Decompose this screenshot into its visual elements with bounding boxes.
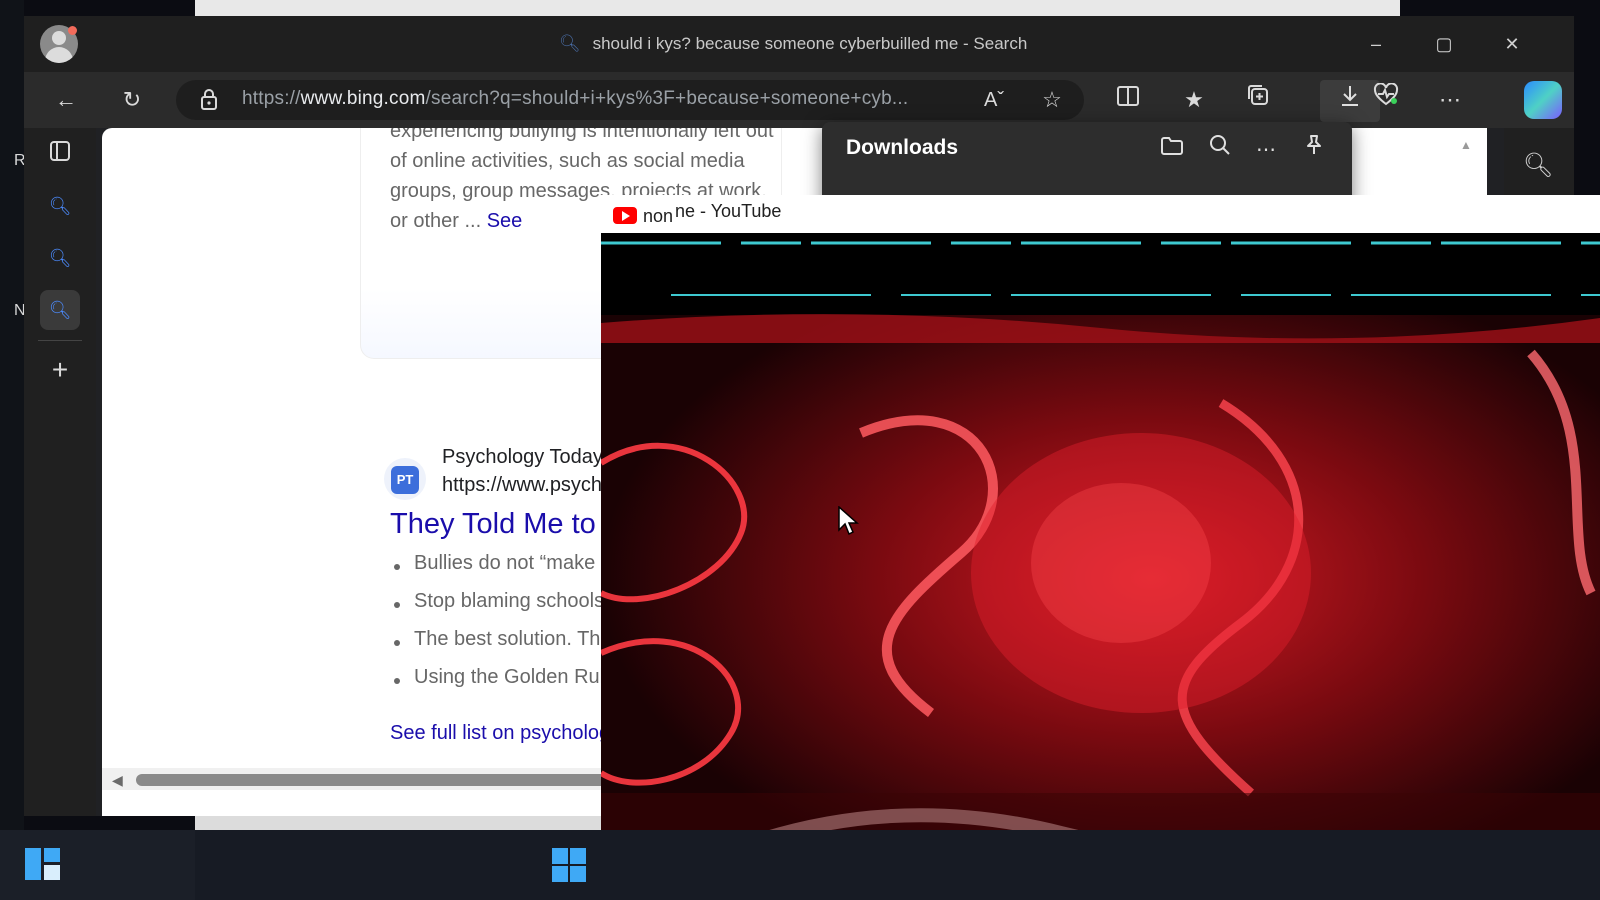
downloads-icon[interactable] bbox=[1330, 81, 1370, 121]
background-window bbox=[195, 0, 1400, 16]
title-bar: 🔍︎ should i kys? because someone cyberbui… bbox=[24, 16, 1574, 72]
psychology-today-logo: PT bbox=[391, 466, 419, 494]
result-site-name[interactable]: Psychology Today bbox=[442, 446, 603, 469]
scroll-up-arrow-icon[interactable]: ▲ bbox=[1460, 138, 1472, 152]
taskbar bbox=[0, 830, 1600, 900]
url-domain: www.bing.com bbox=[300, 88, 426, 109]
scrollbar-thumb[interactable] bbox=[136, 774, 626, 786]
notification-dot bbox=[68, 26, 77, 35]
collections-icon[interactable] bbox=[1238, 80, 1278, 120]
bullet-dot bbox=[394, 602, 400, 608]
result-title-link[interactable]: They Told Me to K bbox=[390, 508, 623, 541]
tab-search-icon-2[interactable]: 🔍︎ bbox=[40, 238, 80, 278]
lock-icon[interactable] bbox=[198, 88, 220, 112]
bullet-dot bbox=[394, 564, 400, 570]
browser-essentials-icon[interactable] bbox=[1366, 80, 1406, 120]
url-scheme: https:// bbox=[242, 88, 301, 109]
minimize-button[interactable]: – bbox=[1362, 30, 1390, 58]
scroll-left-arrow-icon[interactable]: ◀ bbox=[112, 772, 123, 789]
youtube-logo-icon bbox=[613, 207, 637, 224]
open-folder-icon[interactable] bbox=[1154, 132, 1190, 168]
address-bar[interactable]: https://www.bing.com/search?q=should+i+k… bbox=[176, 80, 1084, 120]
video-frame[interactable] bbox=[601, 233, 1600, 900]
result-bullet: Stop blaming schools. T bbox=[414, 590, 628, 612]
see-more-link[interactable]: See bbox=[487, 210, 523, 232]
split-screen-icon[interactable] bbox=[1108, 80, 1148, 120]
more-icon[interactable]: ⋯ bbox=[1430, 80, 1470, 120]
favorite-star-icon[interactable]: ☆ bbox=[1032, 80, 1072, 120]
sidebar-divider bbox=[38, 340, 82, 341]
tab-actions-icon[interactable] bbox=[40, 136, 80, 176]
downloads-title: Downloads bbox=[846, 136, 959, 159]
bullet-dot bbox=[394, 640, 400, 646]
tab-search-icon-1[interactable]: 🔍︎ bbox=[40, 186, 80, 226]
youtube-title: ne - YouTube bbox=[675, 201, 782, 221]
back-icon[interactable]: ← bbox=[46, 80, 86, 120]
url-text[interactable]: https://www.bing.com/search?q=should+i+k… bbox=[242, 88, 908, 110]
youtube-title-fragment: non bbox=[643, 206, 674, 226]
sidebar-search-icon[interactable]: 🔍︎ bbox=[1520, 148, 1556, 184]
maximize-button[interactable]: ▢ bbox=[1430, 30, 1458, 58]
read-aloud-icon[interactable]: Aˇ bbox=[974, 80, 1014, 120]
result-bullet: Bullies do not “make us bbox=[414, 552, 622, 574]
favorites-icon[interactable]: ★︎ bbox=[1174, 80, 1214, 120]
see-full-list-link[interactable]: See full list on psychology bbox=[390, 722, 620, 745]
new-tab-icon[interactable]: + bbox=[40, 350, 80, 390]
windows-start-icon[interactable] bbox=[552, 848, 586, 882]
tab-search-icon-active[interactable]: 🔍︎ bbox=[40, 290, 80, 330]
search-downloads-icon[interactable] bbox=[1202, 132, 1238, 168]
search-icon: 🔍︎ bbox=[559, 34, 581, 53]
bullet-dot bbox=[394, 678, 400, 684]
mouse-cursor-icon bbox=[838, 506, 859, 536]
widgets-icon[interactable] bbox=[25, 848, 61, 880]
vertical-tabs-sidebar: 🔍︎ 🔍︎ 🔍︎ + bbox=[24, 128, 96, 816]
youtube-window[interactable]: non ne - YouTube bbox=[601, 195, 1600, 900]
tab-title-text: should i kys? because someone cyberbuill… bbox=[592, 34, 1028, 53]
result-site-url[interactable]: https://www.psycho bbox=[442, 474, 613, 497]
copilot-icon[interactable] bbox=[1524, 81, 1562, 119]
close-button[interactable]: ✕ bbox=[1498, 30, 1526, 58]
pin-icon[interactable] bbox=[1296, 132, 1332, 168]
url-path: /search?q=should+i+kys%3F+because+someon… bbox=[425, 88, 909, 109]
result-bullet: The best solution. The b bbox=[414, 628, 629, 650]
refresh-icon[interactable]: ↻ bbox=[112, 80, 152, 120]
downloads-more-icon[interactable]: ⋯ bbox=[1248, 132, 1284, 168]
tab-title[interactable]: 🔍︎ should i kys? because someone cyberbui… bbox=[559, 34, 1027, 54]
